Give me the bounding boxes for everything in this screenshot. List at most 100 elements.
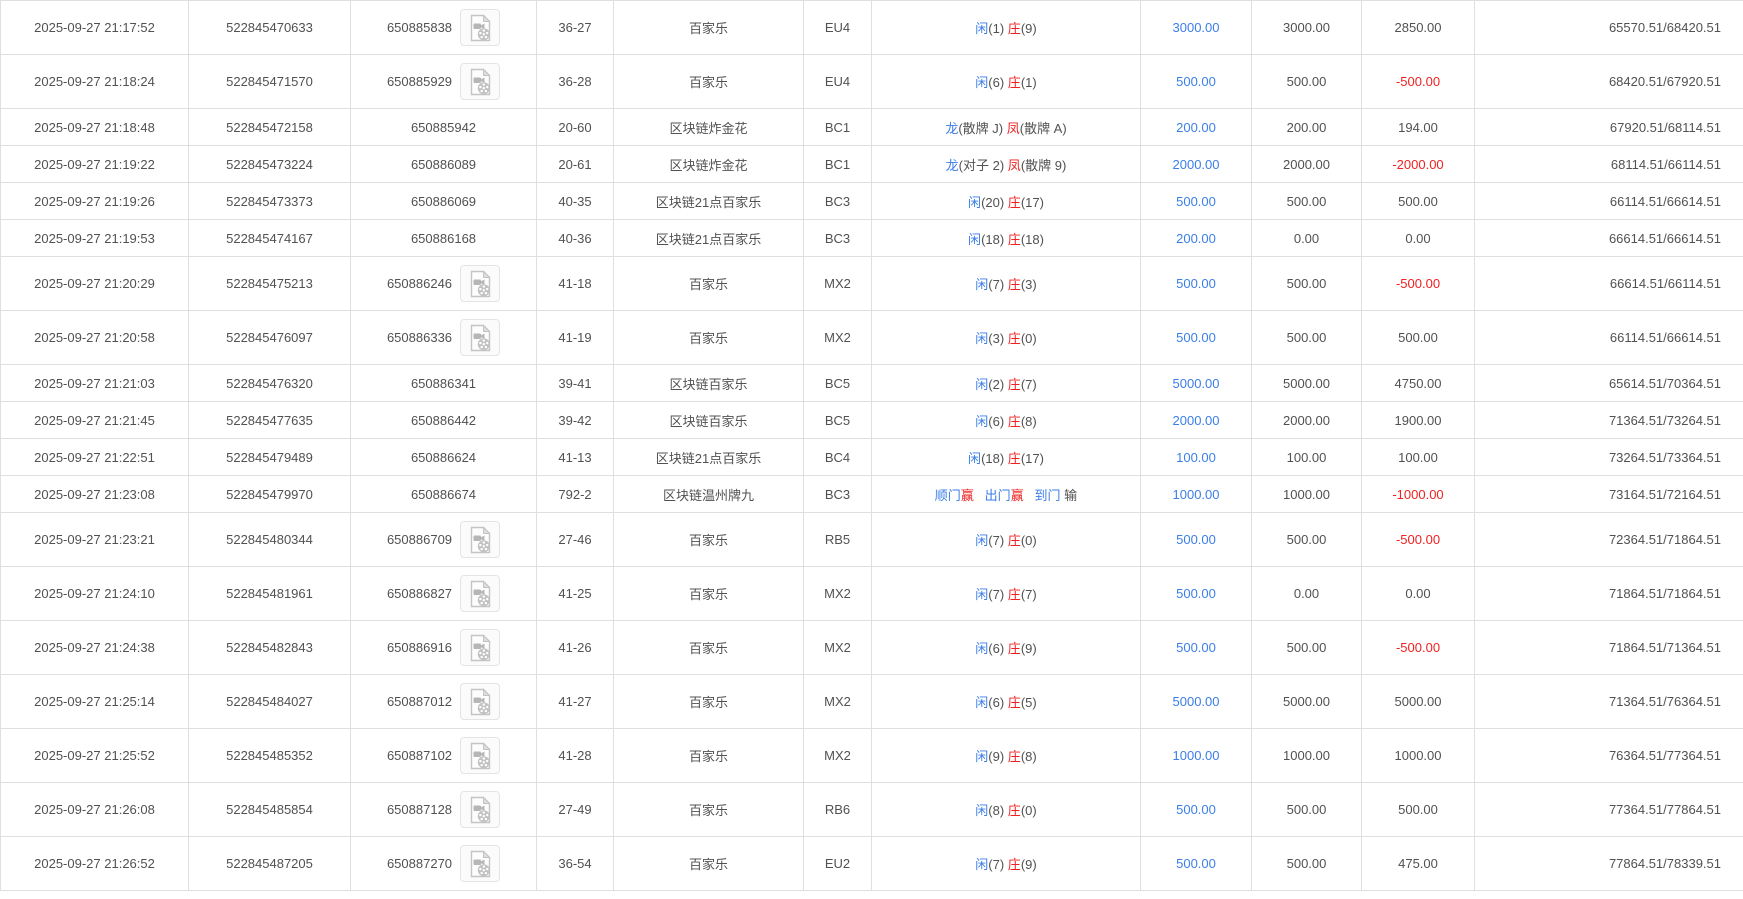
round-id: 650885929 <box>386 74 453 89</box>
round-id: 650887270 <box>386 856 453 871</box>
table-code: BC3 <box>803 182 872 220</box>
result-segment: (0) <box>1020 533 1037 548</box>
table-code: BC5 <box>803 401 872 439</box>
table-code: BC1 <box>803 108 872 146</box>
win-loss-amount: 100.00 <box>1361 438 1475 476</box>
result-segment: (20) <box>981 194 1008 210</box>
bet-id: 522845479489 <box>188 438 351 476</box>
round-cell: 650885838 <box>350 0 537 55</box>
bet-time: 2025-09-27 21:23:21 <box>0 512 189 567</box>
balance: 68114.51/66114.51 <box>1474 145 1743 183</box>
win-loss-amount: 4750.00 <box>1361 364 1475 402</box>
bet-time: 2025-09-27 21:22:51 <box>0 438 189 476</box>
bet-id: 522845482843 <box>188 620 351 675</box>
result-segment: 庄 <box>1007 194 1021 210</box>
bet-id: 522845480344 <box>188 512 351 567</box>
bet-time: 2025-09-27 21:24:10 <box>0 566 189 621</box>
bet-time: 2025-09-27 21:26:08 <box>0 782 189 837</box>
bet-amount: 500.00 <box>1140 512 1252 567</box>
valid-bet-amount: 200.00 <box>1251 108 1362 146</box>
game-result: 闲(6) 庄(8) <box>871 401 1141 439</box>
bet-time: 2025-09-27 21:26:52 <box>0 836 189 891</box>
result-segment: (17) <box>1020 194 1044 210</box>
result-segment: 闲 <box>968 194 982 210</box>
valid-bet-amount: 500.00 <box>1251 54 1362 109</box>
game-name: 百家乐 <box>613 512 804 567</box>
result-segment: 顺门 <box>934 487 961 503</box>
game-name: 区块链炸金花 <box>613 108 804 146</box>
video-replay-button[interactable] <box>460 265 501 302</box>
video-replay-button[interactable] <box>460 629 501 666</box>
table-round: 27-46 <box>536 512 614 567</box>
bet-amount: 5000.00 <box>1140 674 1252 729</box>
video-replay-button[interactable] <box>460 521 501 558</box>
bet-time: 2025-09-27 21:18:24 <box>0 54 189 109</box>
bet-id: 522845484027 <box>188 674 351 729</box>
bet-records-table: 2025-09-27 21:17:52 522845470633 6508858… <box>0 0 1743 891</box>
game-result: 闲(6) 庄(5) <box>871 674 1141 729</box>
table-row: 2025-09-27 21:25:14 522845484027 6508870… <box>0 674 1743 729</box>
win-loss-amount: -500.00 <box>1361 54 1475 109</box>
table-round: 39-42 <box>536 401 614 439</box>
result-segment: (7) <box>988 857 1008 872</box>
game-name: 区块链21点百家乐 <box>613 219 804 257</box>
bet-time: 2025-09-27 21:25:14 <box>0 674 189 729</box>
result-segment: 庄 <box>1007 231 1021 247</box>
result-segment: 到门 <box>1034 487 1061 503</box>
video-replay-button[interactable] <box>460 319 501 356</box>
valid-bet-amount: 500.00 <box>1251 836 1362 891</box>
video-replay-button[interactable] <box>460 9 501 46</box>
valid-bet-amount: 500.00 <box>1251 782 1362 837</box>
result-segment: 闲 <box>975 749 989 764</box>
result-segment: (7) <box>1020 587 1037 602</box>
table-round: 27-49 <box>536 782 614 837</box>
result-segment: 庄 <box>1007 695 1021 710</box>
valid-bet-amount: 3000.00 <box>1251 0 1362 55</box>
video-replay-button[interactable] <box>460 63 501 100</box>
round-id: 650885838 <box>386 20 453 35</box>
result-segment: 闲 <box>975 21 989 36</box>
round-id: 650886916 <box>386 640 453 655</box>
bet-amount: 500.00 <box>1140 782 1252 837</box>
bet-id: 522845471570 <box>188 54 351 109</box>
valid-bet-amount: 1000.00 <box>1251 475 1362 513</box>
bet-time: 2025-09-27 21:21:03 <box>0 364 189 402</box>
bet-id: 522845473373 <box>188 182 351 220</box>
result-segment: (5) <box>1020 695 1037 710</box>
table-round: 41-13 <box>536 438 614 476</box>
round-cell: 650886246 <box>350 256 537 311</box>
bet-id: 522845477635 <box>188 401 351 439</box>
table-round: 40-35 <box>536 182 614 220</box>
video-replay-button[interactable] <box>460 791 501 828</box>
video-replay-button[interactable] <box>460 845 501 882</box>
result-segment: 闲 <box>975 533 989 548</box>
valid-bet-amount: 100.00 <box>1251 438 1362 476</box>
table-round: 39-41 <box>536 364 614 402</box>
win-loss-amount: 1900.00 <box>1361 401 1475 439</box>
table-round: 41-25 <box>536 566 614 621</box>
video-replay-button[interactable] <box>460 683 501 720</box>
result-segment: (8) <box>1020 413 1037 429</box>
video-replay-button[interactable] <box>460 737 501 774</box>
game-result: 闲(20) 庄(17) <box>871 182 1141 220</box>
table-round: 36-54 <box>536 836 614 891</box>
bet-amount: 500.00 <box>1140 256 1252 311</box>
game-name: 区块链21点百家乐 <box>613 182 804 220</box>
win-loss-amount: 500.00 <box>1361 782 1475 837</box>
video-replay-button[interactable] <box>460 575 501 612</box>
result-segment: 闲 <box>975 641 989 656</box>
table-row: 2025-09-27 21:24:10 522845481961 6508868… <box>0 566 1743 621</box>
balance: 66114.51/66614.51 <box>1474 310 1743 365</box>
valid-bet-amount: 500.00 <box>1251 512 1362 567</box>
win-loss-amount: -2000.00 <box>1361 145 1475 183</box>
bet-id: 522845475213 <box>188 256 351 311</box>
bet-id: 522845485854 <box>188 782 351 837</box>
bet-amount: 500.00 <box>1140 54 1252 109</box>
table-code: BC3 <box>803 475 872 513</box>
bet-time: 2025-09-27 21:25:52 <box>0 728 189 783</box>
round-cell: 650887128 <box>350 782 537 837</box>
video-file-icon <box>467 67 493 97</box>
result-segment <box>1024 488 1035 503</box>
result-segment: (1) <box>1020 75 1037 90</box>
round-cell: 650886827 <box>350 566 537 621</box>
